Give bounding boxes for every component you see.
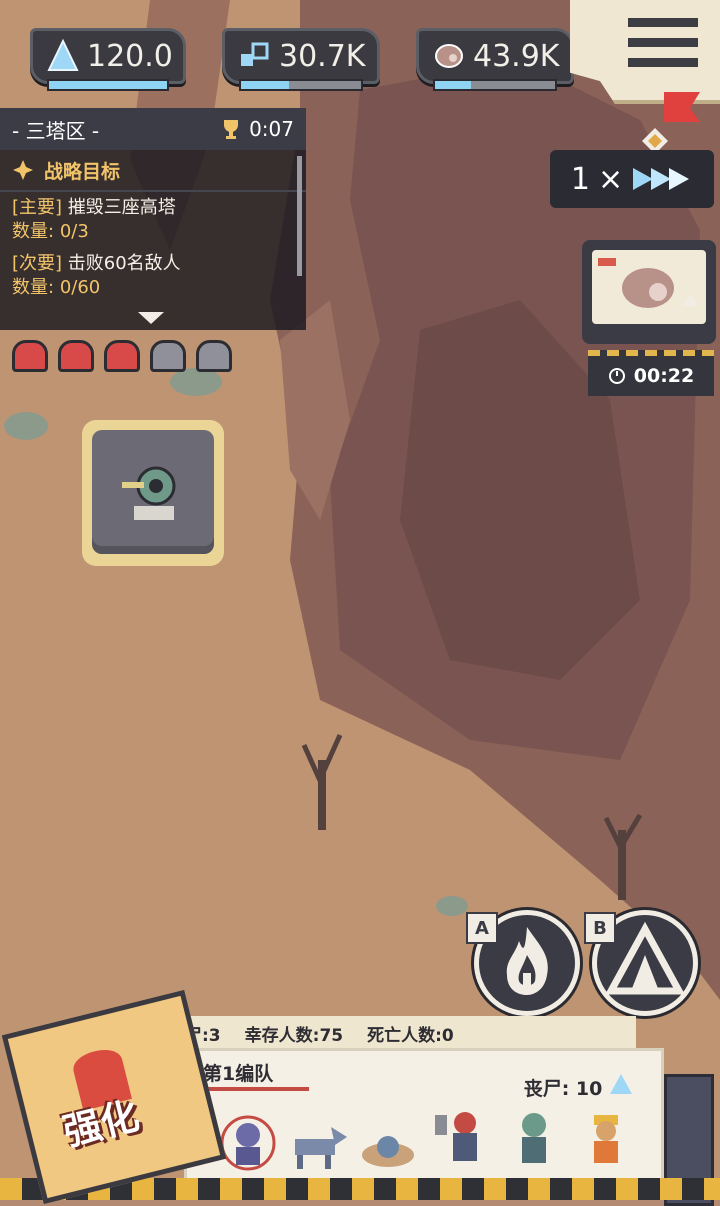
menu-line	[628, 18, 698, 27]
objective-count: 0/60	[59, 277, 101, 298]
ghoul-unit-icon	[522, 1113, 546, 1163]
scrollbar[interactable]	[297, 156, 302, 276]
squad-underline	[201, 1087, 309, 1091]
mission-timer: 0:07	[219, 117, 294, 141]
resource-parts[interactable]: 30.7K	[222, 28, 380, 91]
skill-a-key: A	[466, 912, 498, 944]
video-timer: 00:22	[588, 350, 714, 396]
speed-toggle[interactable]: 1 ×	[550, 150, 714, 208]
video-screen	[592, 250, 706, 324]
zone-title: - 三塔区 -	[12, 118, 100, 143]
objective-count-label: 数量:	[12, 221, 55, 242]
speed-symbol: ×	[597, 161, 624, 197]
clock-icon	[608, 368, 625, 384]
video-reward-button[interactable]	[582, 240, 716, 344]
resource-meat[interactable]: 43.9K	[416, 28, 574, 91]
objective-count: 0/3	[59, 221, 89, 242]
unit-crawler[interactable]	[359, 1109, 417, 1175]
objective-text: 摧毁三座高塔	[67, 197, 176, 218]
section-title: 战略目标	[44, 160, 121, 183]
turret-slot	[92, 430, 214, 554]
survivor-count: 幸存人数:75	[244, 1025, 344, 1046]
video-timer-value: 00:22	[633, 365, 695, 387]
zombie-unit-icon	[220, 1115, 276, 1171]
target-icon	[13, 160, 33, 180]
gear-parts-icon	[241, 42, 269, 66]
crystal-value: 120.0	[87, 38, 173, 74]
objective-text: 击败60名敌人	[67, 253, 181, 274]
skill-b-key: B	[584, 912, 616, 944]
strategy-section[interactable]: 战略目标	[0, 150, 306, 192]
timer-value: 0:07	[249, 117, 294, 141]
resource-crystal[interactable]: 120.0	[30, 28, 186, 91]
turret-icon	[122, 466, 176, 520]
unit-worker[interactable]	[577, 1109, 635, 1175]
objective-count-label: 数量:	[12, 277, 55, 298]
worker-unit-icon	[594, 1115, 618, 1163]
crawler-unit-icon	[362, 1136, 414, 1167]
helmet-icon	[104, 340, 140, 372]
trophy-icon	[224, 120, 239, 139]
unit-dog[interactable]	[285, 1109, 347, 1175]
objective-primary: [主要] 摧毁三座高塔 数量: 0/3	[0, 192, 306, 248]
parts-value: 30.7K	[279, 38, 366, 74]
turret-pad[interactable]	[82, 420, 224, 566]
mission-panel: - 三塔区 - 0:07 战略目标 [主要] 摧毁三座高塔 数量: 0/3 [次…	[0, 108, 306, 330]
meat-reward-icon	[598, 258, 698, 308]
helmet-icon	[150, 340, 186, 372]
speed-multiplier: 1	[570, 161, 590, 197]
lives-indicator	[12, 340, 232, 372]
squad-name: 第1编队	[203, 1063, 274, 1085]
unit-ghoul[interactable]	[505, 1109, 563, 1175]
fast-forward-icon	[633, 168, 690, 190]
squad-corpse-count: 丧尸: 10	[524, 1073, 633, 1101]
objective-tag: [次要]	[12, 253, 63, 274]
battle-stats: 丧尸:3 幸存人数:75 死亡人数:0	[150, 1016, 636, 1050]
unit-zombie[interactable]	[219, 1109, 277, 1175]
objective-secondary: [次要] 击败60名敌人 数量: 0/60	[0, 248, 306, 304]
brute-unit-icon	[435, 1112, 477, 1161]
crystal-progress	[47, 79, 169, 91]
menu-line	[628, 38, 698, 47]
meat-icon	[435, 44, 463, 68]
objective-tag: [主要]	[12, 197, 63, 218]
meat-value: 43.9K	[473, 38, 560, 74]
helmet-icon	[58, 340, 94, 372]
helmet-icon	[196, 340, 232, 372]
unit-brute[interactable]	[431, 1109, 489, 1175]
crystal-icon	[610, 1074, 632, 1094]
squad-panel[interactable]: 第1编队 丧尸: 10	[184, 1048, 664, 1184]
crystal-icon	[47, 38, 79, 71]
meat-progress	[433, 79, 557, 91]
parts-progress	[239, 79, 363, 91]
dog-unit-icon	[295, 1127, 347, 1169]
helmet-icon	[12, 340, 48, 372]
dead-count: 死亡人数:0	[367, 1025, 454, 1046]
mission-header: - 三塔区 - 0:07	[0, 108, 306, 150]
menu-line	[628, 58, 698, 67]
corpse-value: 丧尸: 10	[523, 1078, 603, 1100]
chevron-down-icon[interactable]	[136, 310, 166, 326]
flag-icon	[664, 92, 700, 122]
